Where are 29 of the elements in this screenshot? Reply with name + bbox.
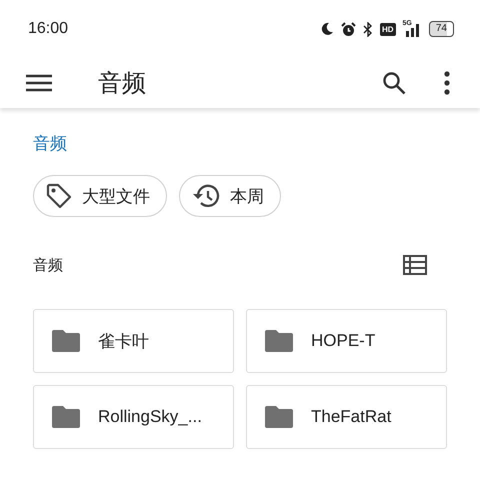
folder-name: TheFatRat	[311, 407, 392, 427]
search-icon[interactable]	[382, 71, 406, 95]
folder-icon	[265, 330, 293, 352]
history-icon	[192, 183, 220, 209]
folder-card[interactable]: 雀卡叶	[33, 309, 234, 373]
folder-card[interactable]: RollingSky_...	[33, 385, 234, 449]
folder-card[interactable]: HOPE-T	[246, 309, 447, 373]
alarm-clock-icon	[340, 22, 356, 36]
more-options-icon[interactable]	[444, 71, 450, 95]
status-time: 16:00	[28, 20, 68, 38]
folder-name: 雀卡叶	[98, 330, 149, 352]
folder-icon	[52, 330, 80, 352]
section-title: 音频	[33, 256, 63, 274]
breadcrumb-link[interactable]: 音频	[33, 132, 67, 155]
list-view-icon[interactable]	[403, 255, 427, 275]
filter-chip[interactable]: 大型文件	[33, 175, 167, 217]
battery-indicator: 74	[428, 21, 454, 37]
folder-card[interactable]: TheFatRat	[246, 385, 447, 449]
hd-badge: HD	[380, 22, 396, 36]
folder-icon	[265, 406, 293, 428]
moon-icon	[320, 22, 334, 36]
filter-chip[interactable]: 本周	[179, 175, 281, 217]
bluetooth-icon	[362, 22, 373, 36]
tag-icon	[46, 183, 72, 209]
folder-icon	[52, 406, 80, 428]
folder-name: RollingSky_...	[98, 407, 202, 427]
menu-icon[interactable]	[26, 74, 52, 92]
app-bar-title: 音频	[98, 68, 147, 99]
folder-name: HOPE-T	[311, 331, 376, 351]
